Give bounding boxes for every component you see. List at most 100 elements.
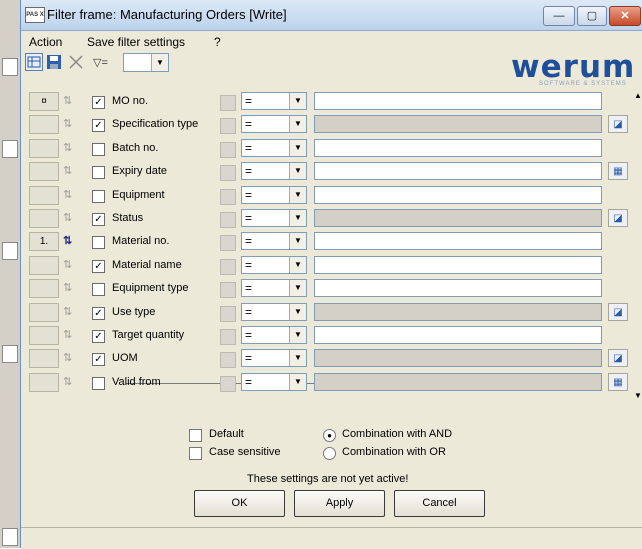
field-checkbox[interactable] — [92, 376, 105, 390]
sort-icon[interactable]: ⇅ — [63, 93, 79, 109]
sort-icon[interactable]: ⇅ — [63, 140, 79, 156]
sort-icon[interactable]: ⇅ — [63, 116, 79, 132]
save-icon[interactable] — [45, 53, 63, 71]
field-checkbox[interactable]: ✓ — [92, 96, 105, 109]
value-field[interactable] — [314, 92, 602, 110]
operator-select[interactable]: = ▼ — [241, 349, 307, 368]
row-order-button[interactable]: ¤ — [29, 92, 59, 111]
sort-icon[interactable]: ⇅ — [63, 233, 79, 249]
value-field[interactable] — [314, 255, 602, 274]
value-field[interactable] — [314, 138, 602, 157]
row-order-button[interactable] — [29, 326, 59, 345]
value-field[interactable] — [314, 302, 602, 321]
row-toggle[interactable] — [220, 375, 236, 392]
calendar-icon[interactable]: ▦ — [608, 372, 628, 391]
value-field[interactable] — [314, 162, 602, 181]
value-field[interactable] — [314, 232, 602, 251]
value-field[interactable] — [314, 185, 602, 204]
filter-select[interactable]: ▼ — [123, 53, 169, 72]
minimize-button[interactable]: — — [543, 6, 575, 26]
operator-select[interactable]: = ▼ — [241, 185, 307, 204]
sort-icon[interactable]: ⇅ — [63, 350, 79, 366]
value-field[interactable] — [314, 372, 602, 391]
calendar-icon[interactable]: ▦ — [608, 162, 628, 181]
chevron-down-icon[interactable]: ▼ — [289, 373, 306, 390]
chevron-down-icon[interactable]: ▼ — [289, 186, 306, 203]
row-order-button[interactable] — [29, 255, 59, 275]
row-toggle[interactable] — [220, 329, 236, 345]
operator-select[interactable]: = ▼ — [241, 279, 307, 298]
row-toggle[interactable] — [220, 165, 236, 182]
value-field[interactable] — [314, 349, 602, 368]
field-checkbox[interactable]: ✓ — [92, 330, 105, 343]
row-order-button[interactable] — [29, 372, 59, 392]
row-toggle[interactable] — [220, 282, 236, 299]
field-checkbox[interactable]: ✓ — [92, 213, 105, 226]
row-order-button[interactable] — [29, 115, 59, 135]
sort-icon[interactable]: ⇅ — [63, 374, 79, 390]
chevron-down-icon[interactable]: ▼ — [289, 163, 306, 180]
operator-select[interactable]: = ▼ — [241, 326, 307, 344]
chevron-down-icon[interactable]: ▼ — [289, 210, 306, 226]
row-order-button[interactable] — [29, 209, 59, 228]
row-toggle[interactable] — [220, 95, 236, 111]
field-checkbox[interactable] — [92, 283, 105, 297]
sort-icon[interactable]: ⇅ — [63, 304, 79, 320]
value-field[interactable] — [314, 115, 602, 134]
row-order-button[interactable] — [29, 302, 59, 322]
field-checkbox[interactable] — [92, 236, 105, 250]
value-field[interactable] — [314, 326, 602, 344]
operator-select[interactable]: = ▼ — [241, 302, 307, 321]
operator-select[interactable]: = ▼ — [241, 255, 307, 274]
menu-save-filter-settings[interactable]: Save filter settings — [87, 35, 185, 49]
row-toggle[interactable] — [220, 305, 236, 322]
field-checkbox[interactable]: ✓ — [92, 353, 105, 367]
maximize-button[interactable]: ▢ — [577, 6, 607, 26]
field-checkbox[interactable]: ✓ — [92, 119, 105, 133]
row-order-button[interactable]: 1. — [29, 232, 59, 252]
chevron-down-icon[interactable]: ▼ — [289, 303, 306, 320]
cancel-button[interactable]: Cancel — [394, 490, 485, 517]
chevron-down-icon[interactable]: ▼ — [151, 54, 168, 71]
sort-icon[interactable]: ⇅ — [63, 257, 79, 273]
chevron-down-icon[interactable]: ▼ — [289, 116, 306, 133]
operator-select[interactable]: = ▼ — [241, 115, 307, 134]
lookup-icon[interactable]: ◪ — [608, 209, 628, 227]
row-order-button[interactable] — [29, 349, 59, 369]
operator-select[interactable]: = ▼ — [241, 232, 307, 251]
operator-select[interactable]: = ▼ — [241, 92, 307, 110]
operator-select[interactable]: = ▼ — [241, 138, 307, 157]
menu-help[interactable]: ? — [214, 35, 221, 49]
chevron-down-icon[interactable]: ▼ — [289, 327, 306, 343]
chevron-down-icon[interactable]: ▼ — [289, 256, 306, 273]
field-checkbox[interactable] — [92, 166, 105, 180]
sort-icon[interactable]: ⇅ — [63, 210, 79, 226]
chevron-down-icon[interactable]: ▼ — [289, 93, 306, 109]
row-toggle[interactable] — [220, 212, 236, 228]
row-toggle[interactable] — [220, 118, 236, 135]
case-sensitive-checkbox[interactable] — [189, 447, 202, 460]
close-button[interactable]: ✕ — [609, 6, 641, 26]
sort-icon[interactable]: ⇅ — [63, 163, 79, 179]
lookup-icon[interactable]: ◪ — [608, 302, 628, 321]
operator-select[interactable]: = ▼ — [241, 372, 307, 391]
apply-button[interactable]: Apply — [294, 490, 385, 517]
value-field[interactable] — [314, 209, 602, 227]
field-checkbox[interactable]: ✓ — [92, 306, 105, 320]
menu-action[interactable]: Action — [29, 35, 62, 49]
row-order-button[interactable] — [29, 279, 59, 299]
lookup-icon[interactable]: ◪ — [608, 349, 628, 368]
sort-icon[interactable]: ⇅ — [63, 187, 79, 203]
chevron-down-icon[interactable]: ▼ — [289, 233, 306, 250]
default-checkbox[interactable] — [189, 429, 202, 442]
row-toggle[interactable] — [220, 235, 236, 252]
field-checkbox[interactable] — [92, 142, 105, 156]
lookup-icon[interactable]: ◪ — [608, 115, 628, 134]
title-bar[interactable]: PAS X Filter frame: Manufacturing Orders… — [21, 0, 642, 31]
chevron-down-icon[interactable]: ▼ — [289, 139, 306, 156]
row-toggle[interactable] — [220, 352, 236, 369]
combination-and-radio[interactable]: ● — [323, 429, 336, 442]
operator-select[interactable]: = ▼ — [241, 209, 307, 227]
row-order-button[interactable] — [29, 185, 59, 205]
ok-button[interactable]: OK — [194, 490, 285, 517]
